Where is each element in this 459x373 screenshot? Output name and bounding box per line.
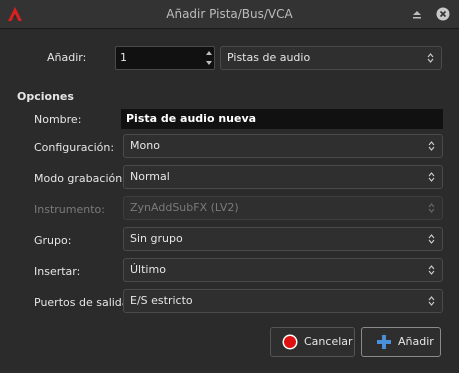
group-label: Grupo: xyxy=(34,234,72,247)
chevron-updown-icon xyxy=(428,296,435,306)
plus-icon xyxy=(377,335,391,349)
cancel-label: Cancelar xyxy=(304,335,353,348)
chevron-updown-icon xyxy=(427,53,434,63)
track-type-combo[interactable]: Pistas de audio xyxy=(220,46,442,70)
instrument-value: ZynAddSubFX (LV2) xyxy=(130,201,239,214)
configuration-value: Mono xyxy=(130,139,160,152)
add-count-label: Añadir: xyxy=(47,51,87,64)
minimize-icon[interactable] xyxy=(410,7,424,21)
configuration-combo[interactable]: Mono xyxy=(123,134,443,158)
add-button[interactable]: Añadir xyxy=(361,327,441,357)
output-ports-value: E/S estricto xyxy=(130,294,193,307)
insert-value: Último xyxy=(130,263,166,276)
record-mode-combo[interactable]: Normal xyxy=(123,165,443,189)
chevron-updown-icon xyxy=(428,141,435,151)
record-mode-value: Normal xyxy=(130,170,170,183)
output-ports-combo[interactable]: E/S estricto xyxy=(123,289,443,313)
add-count-value[interactable]: 1 xyxy=(120,47,127,69)
insert-combo[interactable]: Último xyxy=(123,258,443,282)
add-count-spinbox[interactable]: 1 xyxy=(115,46,215,70)
options-heading: Opciones xyxy=(17,90,74,103)
title-bar: Añadir Pista/Bus/VCA xyxy=(0,0,459,29)
group-combo[interactable]: Sin grupo xyxy=(123,227,443,251)
output-ports-label: Puertos de salida: xyxy=(34,296,133,309)
cancel-button[interactable]: Cancelar xyxy=(270,327,355,357)
chevron-updown-icon xyxy=(428,265,435,275)
insert-label: Insertar: xyxy=(34,265,81,278)
close-icon[interactable] xyxy=(436,7,450,21)
add-label: Añadir xyxy=(398,335,434,348)
instrument-label: Instrumento: xyxy=(34,203,105,216)
spin-down-icon[interactable] xyxy=(205,58,213,68)
group-value: Sin grupo xyxy=(130,232,183,245)
record-mode-label: Modo grabación: xyxy=(34,172,126,185)
chevron-updown-icon xyxy=(428,234,435,244)
configuration-label: Configuración: xyxy=(34,141,115,154)
window-title: Añadir Pista/Bus/VCA xyxy=(166,7,293,21)
chevron-updown-icon xyxy=(428,203,435,213)
spin-up-icon[interactable] xyxy=(205,48,213,58)
cancel-icon xyxy=(282,334,298,350)
name-field[interactable]: Pista de audio nueva xyxy=(121,109,443,129)
instrument-combo: ZynAddSubFX (LV2) xyxy=(123,196,443,220)
track-type-value: Pistas de audio xyxy=(227,51,311,64)
chevron-updown-icon xyxy=(428,172,435,182)
name-label: Nombre: xyxy=(34,113,82,126)
